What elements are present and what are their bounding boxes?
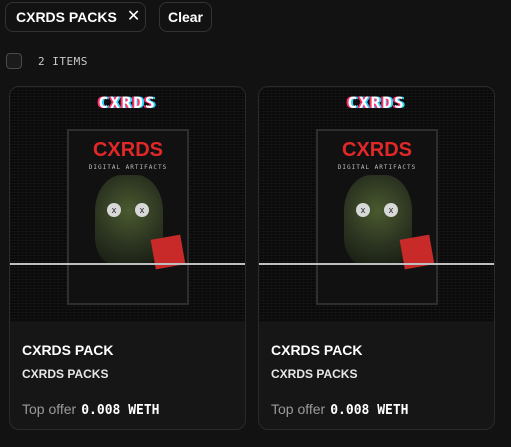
pack-subtitle: DIGITAL ARTIFACTS — [88, 164, 168, 171]
filter-chip-label: CXRDS PACKS — [16, 9, 117, 25]
filter-chip-cxrds-packs[interactable]: CXRDS PACKS ✕ — [5, 2, 146, 32]
collection-name[interactable]: CXRDS PACKS — [271, 367, 482, 381]
items-count: 2 ITEMS — [38, 55, 88, 68]
close-icon[interactable]: ✕ — [127, 9, 140, 25]
nft-card[interactable]: CXRDS CXRDS DIGITAL ARTIFACTS x x CXRDS … — [9, 86, 246, 430]
art-logo: CXRDS — [347, 93, 406, 112]
top-offer: Top offer 0.008 WETH — [22, 401, 233, 418]
top-offer: Top offer 0.008 WETH — [271, 401, 482, 418]
eye-icon: x — [107, 203, 121, 217]
eye-icon: x — [135, 203, 149, 217]
nft-name: CXRDS PACK — [271, 342, 363, 358]
top-offer-label: Top offer — [22, 401, 77, 417]
glitch-line — [10, 263, 245, 265]
eye-icon: x — [356, 203, 370, 217]
top-offer-value: 0.008 WETH — [81, 403, 160, 418]
pack-title: CXRDS — [341, 139, 412, 161]
nft-card[interactable]: CXRDS CXRDS DIGITAL ARTIFACTS x x CXRDS … — [258, 86, 495, 430]
pack-subtitle: DIGITAL ARTIFACTS — [337, 164, 417, 171]
top-offer-label: Top offer — [271, 401, 326, 417]
collection-name[interactable]: CXRDS PACKS — [22, 367, 233, 381]
glitch-line — [259, 263, 494, 265]
clear-filters-button[interactable]: Clear — [159, 2, 212, 32]
eye-icon: x — [384, 203, 398, 217]
select-all-checkbox[interactable] — [6, 53, 22, 69]
nft-name: CXRDS PACK — [22, 342, 114, 358]
pack-illustration: CXRDS DIGITAL ARTIFACTS x x — [67, 129, 189, 305]
pack-illustration: CXRDS DIGITAL ARTIFACTS x x — [316, 129, 438, 305]
top-offer-value: 0.008 WETH — [330, 403, 409, 418]
art-logo: CXRDS — [98, 93, 157, 112]
pack-title: CXRDS — [92, 139, 163, 161]
nft-image[interactable]: CXRDS CXRDS DIGITAL ARTIFACTS x x — [259, 87, 494, 322]
nft-image[interactable]: CXRDS CXRDS DIGITAL ARTIFACTS x x — [10, 87, 245, 322]
